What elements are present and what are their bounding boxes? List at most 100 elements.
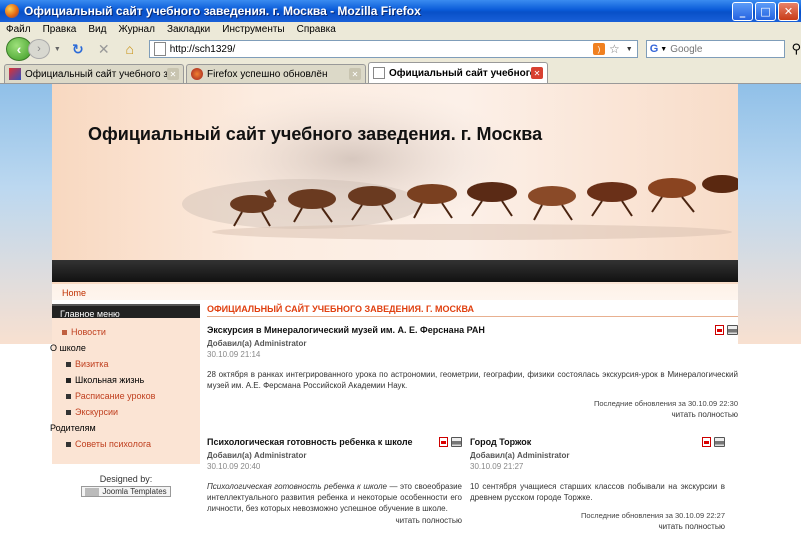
firefox-icon — [191, 68, 203, 80]
home-icon[interactable]: ⌂ — [120, 39, 140, 59]
stop-icon[interactable]: ✕ — [94, 39, 114, 59]
pdf-icon[interactable] — [439, 437, 448, 447]
page-body: Главное меню Новости О школе Визитка Шко… — [50, 300, 738, 549]
tab-3[interactable]: Официальный сайт учебного заве... ✕ — [368, 62, 548, 83]
read-more-link[interactable]: читать полностью — [207, 516, 462, 525]
tab-close-icon[interactable]: ✕ — [167, 68, 179, 80]
tab-close-icon[interactable]: ✕ — [531, 67, 543, 79]
article-updated: Последние обновления за 30.10.09 22:27 — [580, 511, 725, 520]
minimize-button[interactable]: _ — [732, 1, 753, 21]
menu-history[interactable]: Журнал — [118, 24, 155, 35]
navigation-toolbar: ‹ › ▼ ↻ ✕ ⌂ ) ☆ ▼ G ▼ ⚲ — [0, 36, 801, 62]
menu-file[interactable]: Файл — [6, 24, 31, 35]
menu-item-parents[interactable]: Родителям — [50, 420, 200, 436]
bullet-icon — [66, 409, 71, 415]
menu-item-schedule[interactable]: Расписание уроков — [52, 388, 200, 404]
close-button[interactable]: ✕ — [778, 1, 799, 21]
article-text: 10 сентября учащиеся старших классов поб… — [470, 482, 725, 502]
article-text: 28 октября в ранках интегрированного уро… — [207, 370, 738, 390]
tab-label: Официальный сайт учебного заведе... — [25, 68, 167, 80]
tab-2[interactable]: Firefox успешно обновлён ✕ — [186, 64, 366, 83]
article-columns: Психологическая готовность ребенка к шко… — [207, 437, 738, 531]
search-bar[interactable]: G ▼ — [645, 40, 786, 58]
menu-item-excursions[interactable]: Экскурсии — [52, 404, 200, 420]
read-more-link[interactable]: читать полностью — [207, 410, 738, 419]
article-title[interactable]: Психологическая готовность ребенка к шко… — [207, 437, 462, 447]
address-bar[interactable]: ) ☆ ▼ — [148, 40, 638, 58]
search-input[interactable] — [670, 43, 771, 55]
breadcrumb-home[interactable]: Home — [62, 288, 86, 298]
article-tools — [715, 325, 738, 335]
url-dropdown-icon[interactable]: ▼ — [626, 46, 633, 53]
search-icon[interactable]: ⚲ — [791, 41, 801, 57]
menu-item-psychologist-tips[interactable]: Советы психолога — [52, 436, 200, 452]
article-updated: Последние обновления за 30.10.09 22:30 — [593, 399, 738, 408]
menu-item-label: Школьная жизнь — [75, 375, 145, 385]
print-icon[interactable] — [727, 325, 738, 335]
web-content: Официальный сайт учебного заведения. г. … — [0, 84, 801, 549]
menu-item-label: Советы психолога — [75, 439, 152, 449]
firefox-icon — [5, 4, 19, 18]
print-icon[interactable] — [451, 437, 462, 447]
menu-edit[interactable]: Правка — [43, 24, 77, 35]
article-author: Добавил(а) Administrator — [207, 451, 307, 460]
menu-item-label: Экскурсии — [75, 407, 119, 417]
joomla-logo-icon — [85, 487, 100, 496]
article-date: 30.10.09 21:27 — [470, 462, 524, 471]
joomla-badge-label: Joomla Templates — [102, 487, 167, 496]
menu-tools[interactable]: Инструменты — [222, 24, 284, 35]
url-input[interactable] — [169, 43, 592, 55]
menu-item-school-life[interactable]: Школьная жизнь — [52, 372, 200, 388]
menu-item-news[interactable]: Новости — [52, 324, 200, 340]
article-title[interactable]: Экскурсия в Минералогический музей им. А… — [207, 325, 738, 335]
joomla-templates-badge[interactable]: Joomla Templates — [81, 486, 171, 497]
forward-button[interactable]: › — [27, 39, 50, 59]
window-title-bar[interactable]: Официальный сайт учебного заведения. г. … — [0, 0, 801, 22]
article-date: 30.10.09 21:14 — [207, 350, 261, 359]
google-icon[interactable]: G — [650, 43, 659, 55]
page-icon — [153, 42, 166, 56]
article-right: Город Торжок Добавил(а) Administrator 30… — [470, 437, 725, 531]
print-icon[interactable] — [714, 437, 725, 447]
bullet-icon — [66, 393, 71, 399]
tab-close-icon[interactable]: ✕ — [349, 68, 361, 80]
menu-bar: Файл Правка Вид Журнал Закладки Инструме… — [0, 22, 801, 36]
bullet-icon — [66, 441, 71, 447]
article-author: Добавил(а) Administrator — [470, 451, 570, 460]
menu-view[interactable]: Вид — [88, 24, 106, 35]
bullet-icon — [62, 329, 67, 335]
article-text: Психологическая готовность ребенка к шко… — [207, 481, 462, 514]
history-dropdown-icon[interactable]: ▼ — [54, 46, 61, 53]
horses-banner-image — [182, 89, 738, 240]
search-engine-dropdown-icon[interactable]: ▼ — [660, 46, 667, 53]
tab-1[interactable]: Официальный сайт учебного заведе... ✕ — [4, 64, 184, 83]
header-bar — [52, 260, 738, 282]
menu-help[interactable]: Справка — [297, 24, 336, 35]
site-header: Официальный сайт учебного заведения. г. … — [52, 84, 738, 284]
menu-item-business-card[interactable]: Визитка — [52, 356, 200, 372]
sidebar: Главное меню Новости О школе Визитка Шко… — [50, 304, 200, 497]
menu-item-about-school[interactable]: О школе — [50, 340, 200, 356]
tab-label: Официальный сайт учебного заве... — [389, 67, 531, 79]
pdf-icon[interactable] — [702, 437, 711, 447]
article-left: Психологическая готовность ребенка к шко… — [207, 437, 462, 531]
menu-item-label: Родителям — [50, 423, 96, 433]
window-title: Официальный сайт учебного заведения. г. … — [24, 4, 421, 18]
bookmark-star-icon[interactable]: ☆ — [609, 42, 620, 56]
maximize-button[interactable]: □ — [755, 1, 776, 21]
tab-label: Firefox успешно обновлён — [207, 68, 328, 80]
menu-item-label: Новости — [71, 327, 106, 337]
rss-feed-icon[interactable]: ) — [593, 43, 606, 55]
joomla-icon — [9, 68, 21, 80]
pdf-icon[interactable] — [715, 325, 724, 335]
tab-bar: Официальный сайт учебного заведе... ✕ Fi… — [0, 62, 801, 84]
page-icon — [373, 67, 385, 79]
reload-icon[interactable]: ↻ — [68, 39, 88, 59]
read-more-link[interactable]: читать полностью — [470, 522, 725, 531]
article-tools — [439, 437, 462, 447]
article-tools — [702, 437, 725, 447]
article-title[interactable]: Город Торжок — [470, 437, 725, 447]
menu-bookmarks[interactable]: Закладки — [167, 24, 210, 35]
designed-by-label: Designed by: — [99, 474, 153, 484]
designed-by: Designed by: Joomla Templates — [52, 474, 200, 498]
